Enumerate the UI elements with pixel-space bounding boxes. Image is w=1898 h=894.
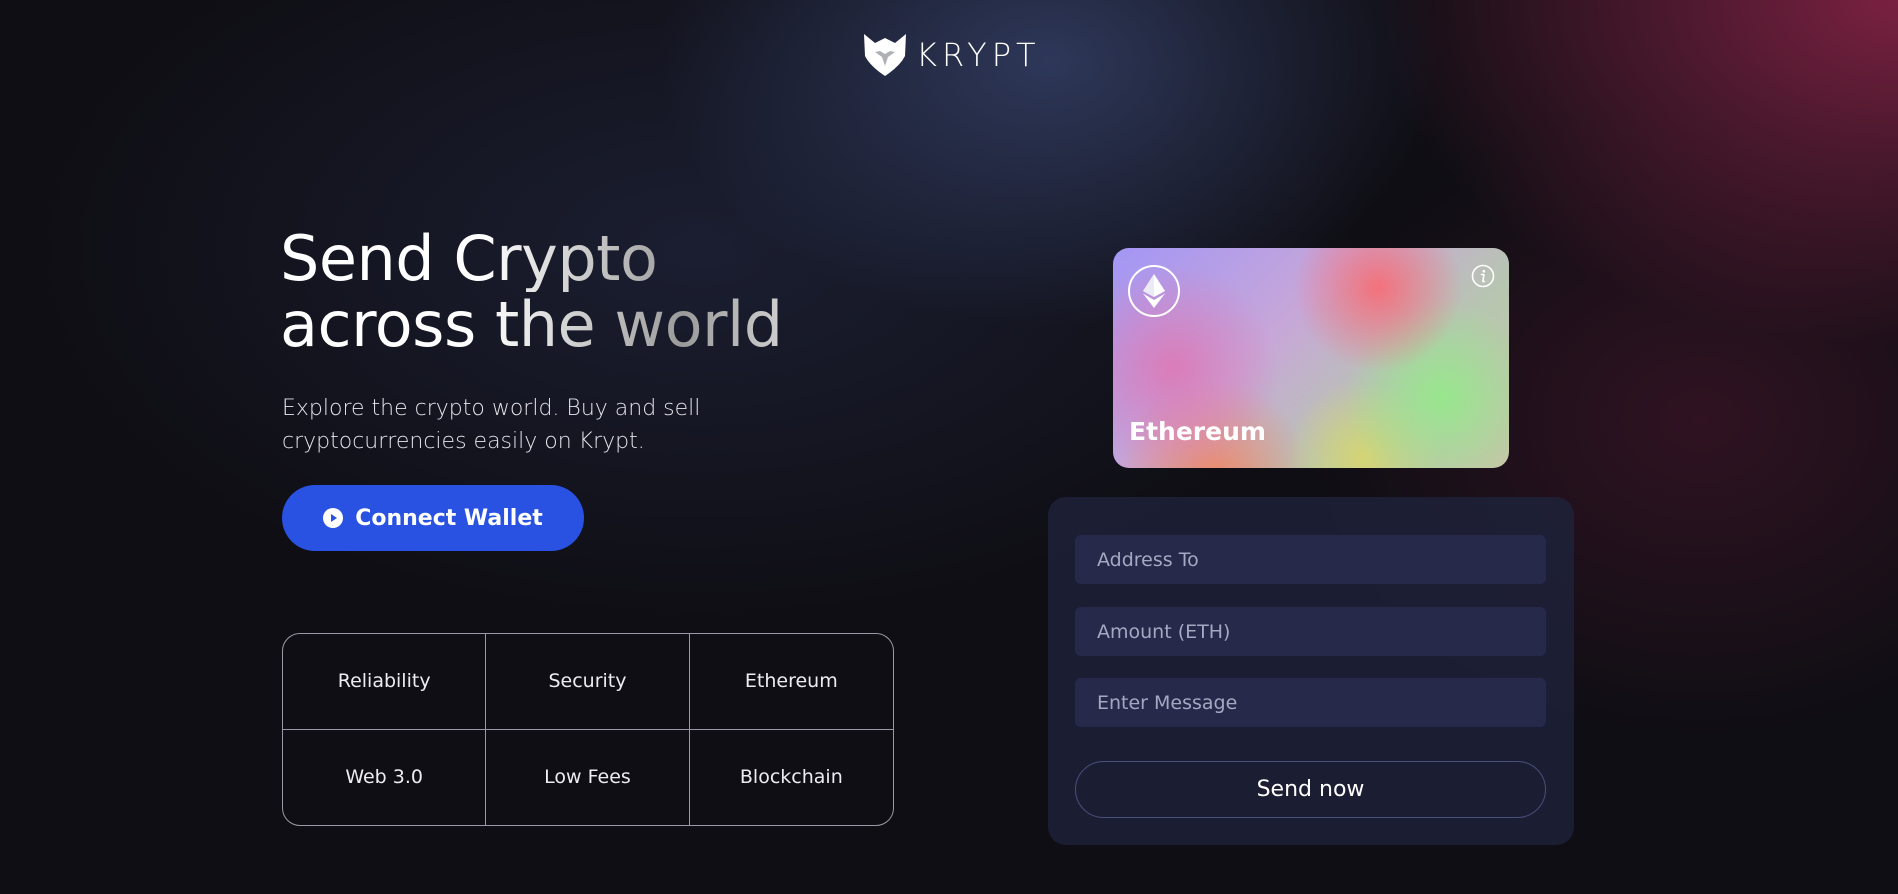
address-input[interactable] [1075, 535, 1546, 584]
send-now-button[interactable]: Send now [1075, 761, 1546, 818]
fox-head-icon [864, 34, 906, 76]
play-circle-icon [323, 508, 344, 528]
info-icon[interactable] [1471, 264, 1495, 288]
connect-wallet-button[interactable]: Connect Wallet [282, 485, 584, 551]
ethereum-card: Ethereum [1113, 248, 1509, 468]
brand-logo[interactable]: KRYPT [860, 30, 1041, 80]
send-form-panel: Send now [1048, 497, 1574, 845]
hero-title: Send Crypto across the world [280, 226, 783, 358]
features-grid: Reliability Security Ethereum Web 3.0 Lo… [282, 633, 894, 826]
card-title: Ethereum [1129, 417, 1266, 446]
ethereum-icon [1143, 274, 1165, 308]
feature-web3: Web 3.0 [283, 729, 487, 825]
message-input[interactable] [1075, 678, 1546, 727]
hero-subtitle: Explore the crypto world. Buy and sell c… [282, 396, 701, 454]
ethereum-badge [1128, 265, 1180, 317]
feature-reliability: Reliability [283, 634, 487, 730]
feature-low-fees: Low Fees [486, 729, 690, 825]
hero-title-line-2: across the world [280, 288, 783, 361]
feature-security: Security [486, 634, 690, 730]
brand-name: KRYPT [916, 36, 1041, 74]
feature-ethereum: Ethereum [689, 634, 893, 730]
hero-title-line-1: Send Crypto [280, 226, 783, 292]
connect-wallet-label: Connect Wallet [355, 505, 543, 531]
amount-input[interactable] [1075, 607, 1546, 656]
feature-blockchain: Blockchain [739, 766, 843, 789]
